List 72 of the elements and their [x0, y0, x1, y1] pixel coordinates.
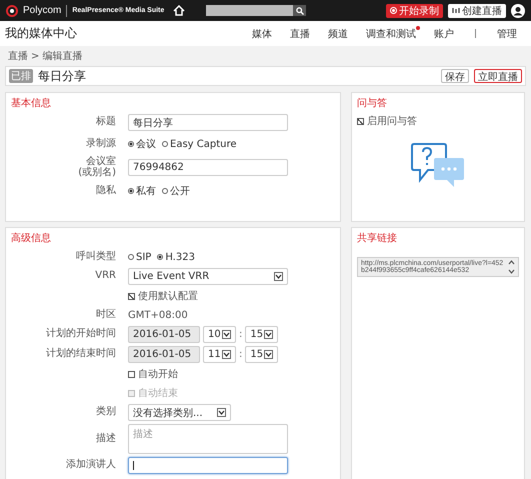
field-label: 标题	[96, 116, 116, 128]
nav-link[interactable]: 媒体	[252, 26, 272, 40]
record-icon	[390, 7, 397, 14]
radio-option[interactable]: 会议	[128, 137, 156, 151]
field-label: 描述	[96, 432, 116, 444]
field-label: VRR	[95, 270, 116, 282]
hour-dropdown[interactable]: 11	[203, 346, 236, 363]
checkbox-option[interactable]: 自动开始	[128, 367, 178, 381]
text-field[interactable]	[128, 457, 288, 474]
brand-name: Polycom	[23, 5, 62, 16]
time-separator: :	[239, 329, 242, 340]
home-icon[interactable]	[173, 5, 186, 16]
user-avatar-icon[interactable]	[511, 4, 525, 18]
chevron-down-icon	[217, 408, 226, 417]
broadcast-icon	[452, 7, 460, 14]
field-label: 录制源	[86, 138, 116, 149]
page-title: 我的媒体中心	[5, 25, 77, 42]
scroll-arrows-icon	[508, 259, 515, 275]
go-live-button[interactable]: 立即直播	[474, 69, 522, 83]
chevron-down-icon	[264, 330, 274, 339]
date-field[interactable]: 2016-01-05	[128, 326, 200, 343]
nav-link[interactable]: 频道	[328, 26, 348, 40]
nav-link[interactable]: 调查和测试	[366, 26, 416, 40]
time-separator: :	[239, 349, 242, 360]
search-button[interactable]	[293, 5, 306, 16]
radio-option[interactable]: SIP	[128, 252, 152, 262]
save-button[interactable]: 保存	[441, 69, 469, 83]
radio-option[interactable]: Easy Capture	[162, 137, 237, 151]
field-label: 计划的结束时间	[46, 348, 116, 360]
checkbox-option[interactable]: 启用问与答	[357, 114, 519, 128]
field-label: 添加演讲人	[66, 459, 116, 470]
breadcrumb-current: 编辑直播	[42, 50, 82, 63]
field-label: 呼叫类型	[76, 250, 116, 262]
section-heading: 基本信息	[11, 96, 52, 110]
logo-icon	[6, 4, 18, 16]
nav-link[interactable]: 账户	[434, 26, 454, 40]
search-icon	[296, 6, 304, 14]
record-button[interactable]: 开始录制	[386, 4, 443, 18]
status-badge: 已排	[9, 69, 33, 83]
section-heading: 高级信息	[11, 232, 52, 245]
radio-option[interactable]: H.323	[157, 252, 195, 262]
chevron-down-icon	[264, 350, 274, 359]
field-label: 隐私	[96, 184, 116, 196]
field-label: 会议室 (或别名)	[78, 156, 116, 178]
qa-chat-drawing	[410, 142, 466, 188]
chevron-down-icon	[222, 350, 231, 359]
hour-dropdown[interactable]: 10	[203, 326, 236, 343]
section-heading: 问与答	[357, 96, 388, 110]
field-label: 类别	[96, 406, 116, 418]
field-label: 计划的开始时间	[46, 328, 116, 340]
dropdown[interactable]: Live Event VRR	[128, 268, 288, 285]
breadcrumb-link[interactable]: 直播	[8, 49, 28, 63]
text-field[interactable]: 每日分享	[128, 114, 288, 131]
nav-link[interactable]: 管理	[497, 26, 517, 40]
timezone-value: GMT+08:00	[128, 310, 188, 320]
create-button[interactable]: 创建直播	[448, 4, 506, 18]
radio-option[interactable]: 私有	[128, 184, 156, 198]
chevron-down-icon	[274, 272, 283, 281]
minute-dropdown[interactable]: 15	[245, 326, 278, 343]
radio-option[interactable]: 公开	[162, 184, 190, 198]
event-title: 每日分享	[38, 68, 86, 84]
dropdown[interactable]: 没有选择类别...	[128, 404, 231, 421]
search-field[interactable]	[206, 5, 294, 16]
checkbox-option[interactable]: 使用默认配置	[128, 289, 198, 303]
minute-dropdown[interactable]: 15	[245, 346, 278, 363]
section-heading: 共享链接	[357, 232, 398, 245]
breadcrumb-separator: >	[31, 50, 40, 62]
nav-link[interactable]: 直播	[290, 26, 310, 40]
text-field[interactable]: 76994862	[128, 159, 288, 176]
field-label: 时区	[96, 308, 116, 320]
chevron-down-icon	[222, 330, 231, 339]
date-field[interactable]: 2016-01-05	[128, 346, 200, 363]
